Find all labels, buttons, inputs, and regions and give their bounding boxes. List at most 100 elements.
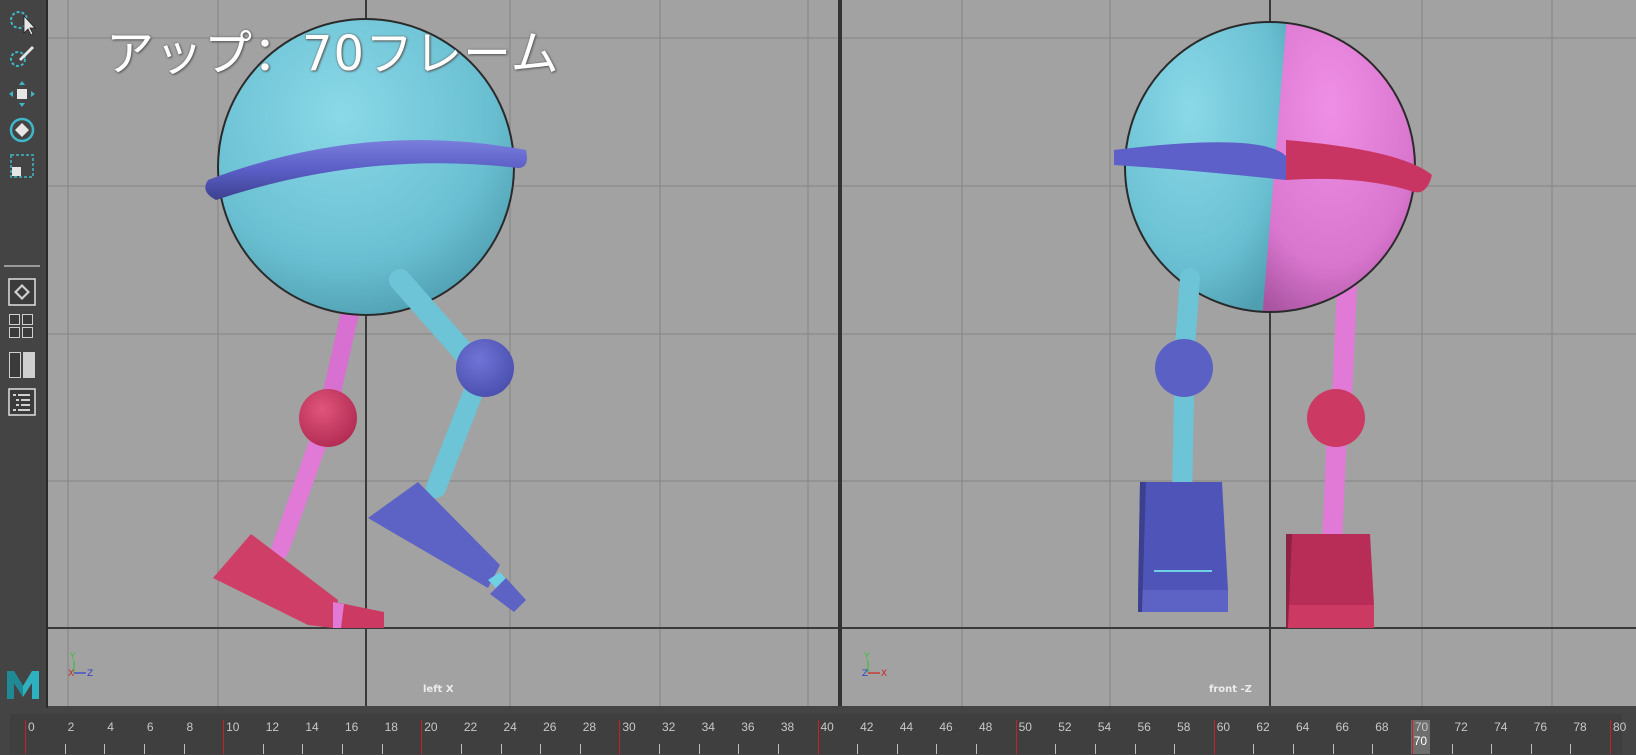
- time-tick-label: 2: [67, 720, 75, 734]
- time-tick: [936, 744, 938, 754]
- time-tick-label: 16: [345, 720, 359, 734]
- axis-gizmo-right: Y Z X: [862, 652, 887, 679]
- time-tick: [381, 744, 383, 754]
- viewport-left-label: left X: [423, 684, 454, 695]
- time-tick: [1530, 744, 1532, 754]
- time-tick-label: 10: [226, 720, 240, 734]
- time-tick-label: 20: [424, 720, 438, 734]
- time-slider-track[interactable]: 0 2 4 6 8 10 12 14 16 18 20 22 24 26 28 30 32 34 36 38 40 42 4…: [10, 714, 1626, 754]
- time-tick: [619, 720, 621, 754]
- view-pane-icon: [9, 352, 21, 378]
- time-tick-label: 26: [543, 720, 557, 734]
- frame-caption: アップ：70フレーム: [106, 26, 560, 82]
- time-tick: [262, 744, 264, 754]
- time-tick: [1451, 744, 1453, 754]
- two-view-layout-icon[interactable]: [9, 352, 35, 378]
- time-tick: [976, 744, 977, 754]
- time-tick-label: 56: [1137, 720, 1151, 734]
- front-leg: [368, 269, 526, 612]
- time-tick: [1134, 744, 1136, 754]
- time-tick-label: 36: [741, 720, 755, 734]
- time-tick-label: 30: [622, 720, 636, 734]
- time-tick: [540, 744, 542, 754]
- time-tick-label: 58: [1177, 720, 1191, 734]
- view-pane-icon: [9, 327, 20, 338]
- svg-text:X: X: [68, 669, 74, 679]
- time-tick: [817, 720, 819, 754]
- svg-text:Z: Z: [87, 669, 93, 679]
- time-tick-label: 66: [1335, 720, 1349, 734]
- time-tick: [1491, 744, 1493, 754]
- select-tool-icon[interactable]: [4, 6, 40, 38]
- time-tick: [1213, 720, 1215, 754]
- time-tick: [143, 744, 145, 754]
- time-tick: [579, 744, 581, 754]
- time-tick-label: 24: [503, 720, 517, 734]
- time-tick-label: 76: [1533, 720, 1548, 734]
- time-tick: [1015, 720, 1017, 754]
- time-tick-label: 60: [1216, 720, 1231, 734]
- time-tick-label: 74: [1494, 720, 1508, 734]
- time-tick-label: 32: [662, 720, 676, 734]
- axis-gizmo-left: Y X Z: [68, 652, 93, 679]
- time-tick-label: 54: [1097, 720, 1112, 734]
- back-leg: [213, 291, 384, 628]
- time-tick: [698, 744, 700, 754]
- time-tick: [183, 744, 185, 754]
- time-tick: [1570, 744, 1572, 754]
- time-tick-label: 34: [701, 720, 715, 734]
- view-pane-icon: [23, 352, 35, 378]
- right-leg: [1286, 275, 1374, 628]
- time-tick-label: 38: [780, 720, 795, 734]
- paint-select-tool-icon[interactable]: [4, 40, 40, 72]
- svg-text:Z: Z: [862, 669, 868, 679]
- maya-logo-icon: [5, 666, 41, 702]
- time-tick: [1174, 744, 1176, 754]
- time-tick-label: 14: [305, 720, 319, 734]
- time-tick: [1332, 744, 1334, 754]
- time-tick-label: 8: [186, 720, 194, 734]
- viewport-left[interactable]: Y X Z left X: [48, 0, 838, 706]
- left-leg: [1138, 268, 1228, 612]
- time-tick: [857, 744, 859, 754]
- time-tick: [1372, 744, 1374, 754]
- outliner-layout-icon[interactable]: [4, 386, 40, 418]
- time-slider[interactable]: 0 2 4 6 8 10 12 14 16 18 20 22 24 26 28 30 32 34 36 38 40 42 4…: [0, 708, 1636, 755]
- view-pane-icon: [22, 327, 33, 338]
- time-tick-label: 70: [1414, 720, 1429, 734]
- time-tick: [738, 744, 740, 754]
- scale-tool-icon[interactable]: [4, 150, 40, 182]
- time-tick: [896, 744, 898, 754]
- time-tick: [302, 744, 304, 754]
- time-tick-label: 44: [899, 720, 914, 734]
- four-view-layout-icon[interactable]: [9, 314, 35, 340]
- time-tick-label: 78: [1573, 720, 1587, 734]
- svg-text:Y: Y: [863, 652, 870, 662]
- time-tick-label: 18: [384, 720, 398, 734]
- time-tick-label: 80: [1613, 720, 1627, 734]
- time-tick: [460, 744, 462, 754]
- time-tick-label: 0: [28, 720, 35, 734]
- time-tick-label: 72: [1454, 720, 1468, 734]
- time-tick-label: 12: [265, 720, 280, 734]
- svg-text:Y: Y: [69, 652, 76, 662]
- time-tick: [1094, 744, 1096, 754]
- move-tool-icon[interactable]: [4, 78, 40, 110]
- time-tick-label: 42: [860, 720, 874, 734]
- time-tick-label: 40: [820, 720, 834, 734]
- time-tick: [64, 744, 66, 754]
- time-tick: [223, 720, 225, 754]
- current-frame-label: 70: [1413, 734, 1428, 748]
- time-tick-label: 68: [1375, 720, 1389, 734]
- viewport-right[interactable]: Y Z X front -Z: [842, 0, 1636, 706]
- rotate-tool-icon[interactable]: [4, 114, 40, 146]
- time-tick-label: 50: [1018, 720, 1032, 734]
- single-view-layout-icon[interactable]: [4, 276, 40, 308]
- time-tick: [421, 720, 423, 754]
- front-view-scene: Y Z X: [842, 0, 1636, 706]
- time-tick-label: 4: [107, 720, 114, 734]
- time-tick-label: 64: [1296, 720, 1310, 734]
- time-tick: [1610, 720, 1611, 754]
- time-tick-label: 52: [1058, 720, 1072, 734]
- time-tick: [1055, 744, 1057, 754]
